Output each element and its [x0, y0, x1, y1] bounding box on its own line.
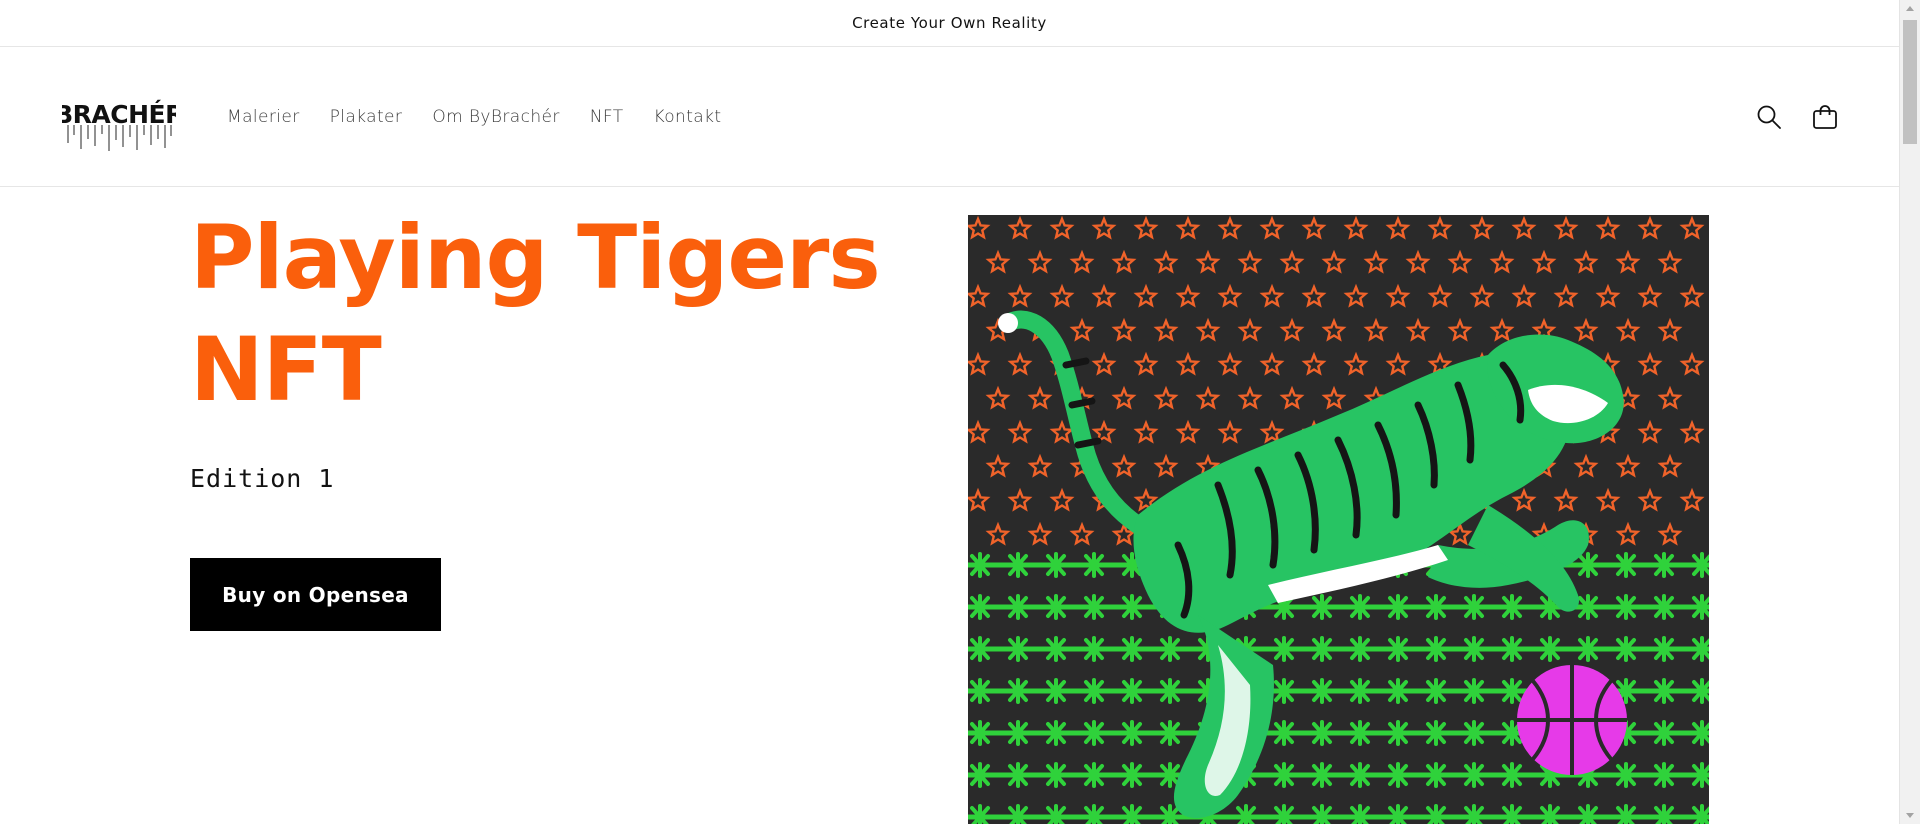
logo-text: BRACHÉR [62, 100, 176, 129]
nav-item-malerier[interactable]: Malerier [227, 107, 300, 127]
edition-label: Edition 1 [190, 464, 335, 493]
search-button[interactable] [1747, 95, 1791, 139]
nav-item-nft[interactable]: NFT [590, 107, 624, 127]
artwork-graphic [968, 215, 1709, 824]
cart-button[interactable] [1803, 95, 1847, 139]
logo-graphic: BRACHÉR [54, 100, 185, 151]
announcement-bar: Create Your Own Reality [0, 0, 1899, 47]
cart-icon [1813, 105, 1837, 129]
scroll-up-arrow-icon[interactable] [1906, 6, 1914, 11]
pink-basketball [1517, 665, 1627, 775]
page-title: Playing Tigers NFT [190, 206, 881, 421]
nft-artwork-image [968, 215, 1709, 824]
scrollbar-thumb[interactable] [1903, 20, 1917, 144]
nav-item-kontakt[interactable]: Kontakt [654, 107, 722, 127]
search-icon [1757, 105, 1781, 129]
announcement-text: Create Your Own Reality [852, 14, 1047, 32]
scrollbar[interactable] [1899, 0, 1920, 824]
buy-on-opensea-button[interactable]: Buy on Opensea [190, 558, 441, 631]
site-header: BRACHÉR Malerier Plakater Om ByBrachér N… [0, 47, 1899, 187]
brand-logo[interactable]: BRACHÉR [54, 85, 185, 155]
main-nav: Malerier Plakater Om ByBrachér NFT Konta… [212, 47, 736, 187]
scroll-down-arrow-icon[interactable] [1906, 813, 1914, 818]
nav-item-plakater[interactable]: Plakater [330, 107, 403, 127]
nav-item-om-bybracher[interactable]: Om ByBrachér [432, 107, 559, 127]
tail-tip [998, 313, 1018, 333]
